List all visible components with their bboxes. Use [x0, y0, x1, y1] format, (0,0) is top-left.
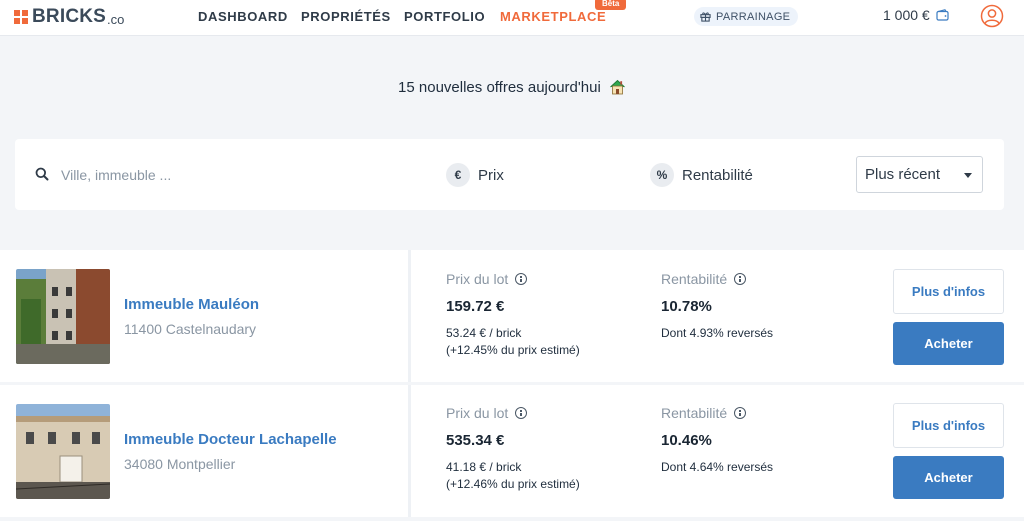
wallet-balance[interactable]: 1 000 € — [883, 7, 949, 23]
listing-card: Immeuble Mauléon 11400 Castelnaudary Pri… — [0, 250, 1024, 382]
search-input[interactable] — [61, 163, 391, 187]
more-info-button[interactable]: Plus d'infos — [893, 269, 1004, 314]
percent-icon: % — [650, 163, 674, 187]
yield-value: 10.46% — [661, 432, 712, 449]
parrainage-label: PARRAINAGE — [716, 10, 791, 23]
yield-filter-label: Rentabilité — [682, 166, 753, 184]
yield-distributed: Dont 4.64% reversés — [661, 460, 774, 474]
info-icon[interactable] — [515, 273, 528, 285]
yield-label: Rentabilité — [661, 271, 747, 287]
price-label-text: Prix du lot — [446, 405, 509, 421]
price-filter-label: Prix — [478, 166, 504, 184]
balance-amount: 1 000 € — [883, 7, 930, 23]
parrainage-button[interactable]: PARRAINAGE — [694, 7, 799, 26]
wallet-icon — [936, 9, 949, 21]
price-per-brick: 41.18 € / brick — [446, 460, 522, 474]
price-label-text: Prix du lot — [446, 271, 509, 287]
sort-value: Plus récent — [865, 166, 941, 183]
buy-button[interactable]: Acheter — [893, 322, 1004, 365]
bricks-logo[interactable]: BRICKS .co — [14, 6, 124, 28]
logo-text: BRICKS — [32, 6, 107, 27]
price-vs-estimate: (+12.45% du prix estimé) — [446, 343, 580, 357]
headline-text: 15 nouvelles offres aujourd'hui — [398, 79, 601, 96]
nav-dashboard[interactable]: DASHBOARD — [198, 9, 288, 24]
info-icon[interactable] — [734, 273, 747, 285]
gift-icon — [700, 12, 711, 22]
nav-marketplace[interactable]: MARKETPLACE — [500, 9, 606, 24]
yield-value: 10.78% — [661, 298, 712, 315]
search-icon — [35, 167, 49, 181]
more-info-button[interactable]: Plus d'infos — [893, 403, 1004, 448]
nav-portfolio[interactable]: PORTFOLIO — [404, 9, 485, 24]
property-name[interactable]: Immeuble Mauléon — [124, 296, 259, 313]
filter-bar: € Prix % Rentabilité Plus récent — [15, 139, 1004, 210]
card-divider — [408, 250, 411, 382]
sort-select[interactable]: Plus récent — [856, 156, 983, 193]
yield-distributed: Dont 4.93% reversés — [661, 326, 774, 340]
top-navbar: BRICKS .co DASHBOARD PROPRIÉTÉS PORTFOLI… — [0, 0, 1024, 36]
info-icon[interactable] — [734, 407, 747, 419]
chevron-down-icon — [964, 173, 972, 178]
property-photo[interactable] — [16, 404, 110, 499]
price-label: Prix du lot — [446, 405, 528, 421]
new-offers-headline: 15 nouvelles offres aujourd'hui — [0, 79, 1024, 96]
price-vs-estimate: (+12.46% du prix estimé) — [446, 477, 580, 491]
price-label: Prix du lot — [446, 271, 528, 287]
yield-filter[interactable]: % Rentabilité — [650, 163, 753, 187]
property-photo[interactable] — [16, 269, 110, 364]
card-divider — [408, 385, 411, 517]
nav-proprietes[interactable]: PROPRIÉTÉS — [301, 9, 391, 24]
lot-price: 535.34 € — [446, 432, 505, 449]
property-name[interactable]: Immeuble Docteur Lachapelle — [124, 431, 337, 448]
yield-label-text: Rentabilité — [661, 405, 728, 421]
price-filter[interactable]: € Prix — [446, 163, 504, 187]
property-city: 11400 Castelnaudary — [124, 321, 257, 337]
info-icon[interactable] — [515, 407, 528, 419]
lot-price: 159.72 € — [446, 298, 505, 315]
buy-button[interactable]: Acheter — [893, 456, 1004, 499]
logo-suffix: .co — [107, 12, 125, 27]
user-avatar-icon[interactable] — [980, 4, 1004, 28]
beta-badge: Bêta — [595, 0, 627, 10]
yield-label-text: Rentabilité — [661, 271, 728, 287]
euro-icon: € — [446, 163, 470, 187]
logo-mark-icon — [14, 10, 28, 24]
yield-label: Rentabilité — [661, 405, 747, 421]
listing-card: Immeuble Docteur Lachapelle 34080 Montpe… — [0, 385, 1024, 517]
property-city: 34080 Montpellier — [124, 456, 236, 472]
house-icon — [610, 79, 625, 95]
price-per-brick: 53.24 € / brick — [446, 326, 522, 340]
